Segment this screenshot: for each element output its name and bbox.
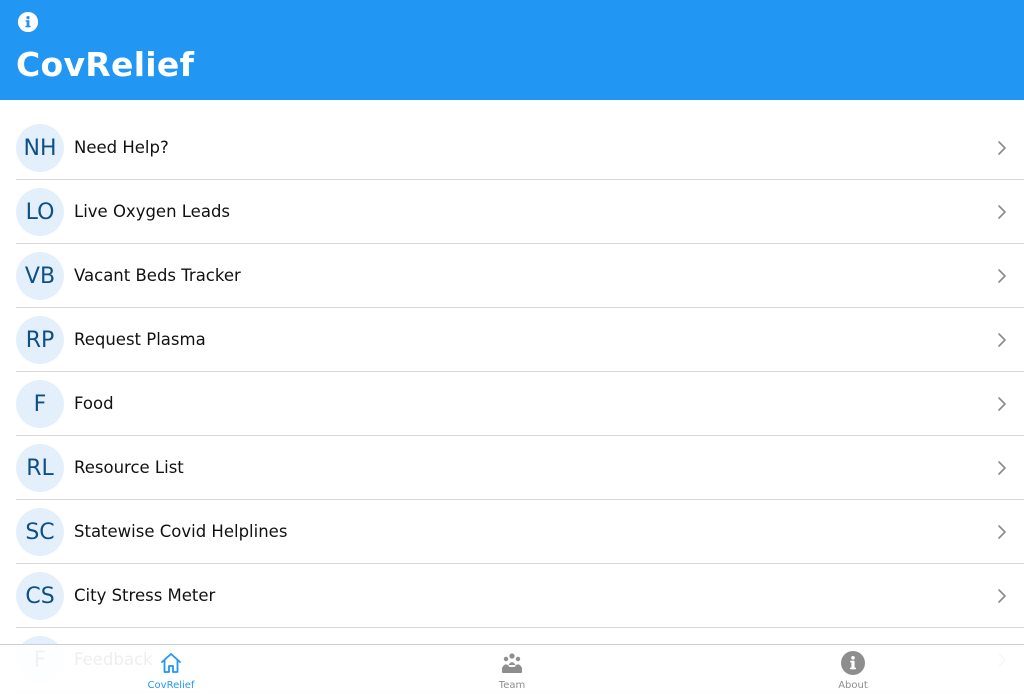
list-item[interactable]: RP Request Plasma [16,308,1024,372]
bottom-tab-bar: CovRelief Team About [0,644,1024,694]
tab-label: Team [498,680,526,691]
team-icon [500,651,524,675]
chevron-right-icon [994,140,1010,156]
tab-label: CovRelief [147,680,195,691]
avatar: NH [16,124,64,172]
chevron-right-icon [994,204,1010,220]
list-item-label: Resource List [74,458,184,477]
list-item-label: Food [74,394,114,413]
home-icon [159,651,183,675]
tab-covrelief[interactable]: CovRelief [111,645,231,694]
list-item-label: Statewise Covid Helplines [74,522,288,541]
app-header: CovRelief [0,0,1024,100]
chevron-right-icon [994,524,1010,540]
list-item[interactable]: LO Live Oxygen Leads [16,180,1024,244]
avatar: VB [16,252,64,300]
menu-list: NH Need Help? LO Live Oxygen Leads VB Va… [0,116,1024,692]
tab-team[interactable]: Team [452,645,572,694]
chevron-right-icon [994,396,1010,412]
avatar: SC [16,508,64,556]
avatar: RL [16,444,64,492]
info-icon[interactable] [18,12,38,32]
list-item-label: Need Help? [74,138,169,157]
list-item-label: Vacant Beds Tracker [74,266,241,285]
page-title: CovRelief [16,45,195,84]
tab-label: About [838,680,868,691]
list-item[interactable]: CS City Stress Meter [16,564,1024,628]
list-item-label: Live Oxygen Leads [74,202,231,221]
chevron-right-icon [994,588,1010,604]
list-item-label: City Stress Meter [74,586,216,605]
chevron-right-icon [994,460,1010,476]
list-item[interactable]: NH Need Help? [16,116,1024,180]
tab-about[interactable]: About [793,645,913,694]
list-item[interactable]: RL Resource List [16,436,1024,500]
avatar: F [16,380,64,428]
list-item[interactable]: VB Vacant Beds Tracker [16,244,1024,308]
chevron-right-icon [994,332,1010,348]
list-item[interactable]: F Food [16,372,1024,436]
list-item-label: Request Plasma [74,330,206,349]
list-item[interactable]: SC Statewise Covid Helplines [16,500,1024,564]
app-screen: CovRelief NH Need Help? LO Live Oxygen L… [0,0,1024,694]
info-icon [841,651,865,675]
avatar: LO [16,188,64,236]
avatar: CS [16,572,64,620]
chevron-right-icon [994,268,1010,284]
avatar: RP [16,316,64,364]
